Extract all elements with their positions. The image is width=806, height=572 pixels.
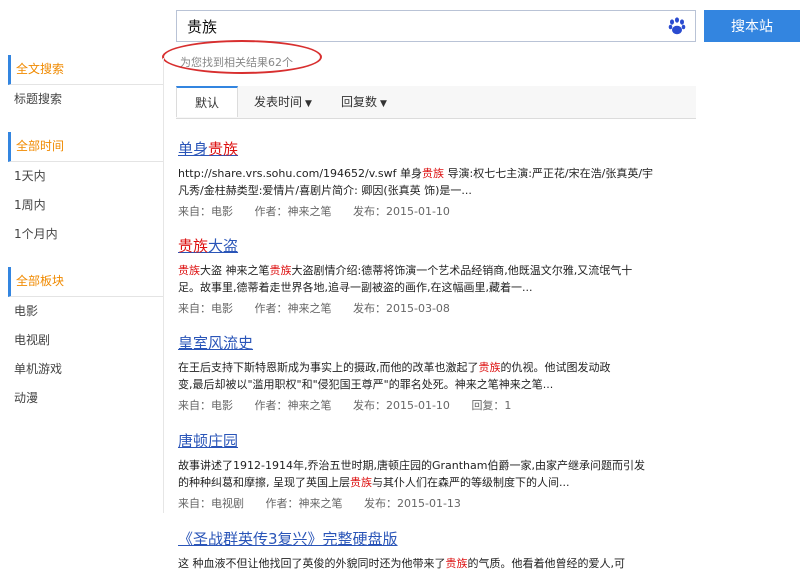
sidebar-item-fulltext[interactable]: 全文搜索	[8, 55, 163, 85]
arrow-down-icon: ▼	[305, 99, 312, 109]
title-highlight: 贵族	[178, 237, 209, 255]
title-text: 大盗	[208, 237, 239, 255]
keyword-highlight: 贵族	[445, 557, 468, 570]
sidebar: 全文搜索 标题搜索 全部时间 1天内 1周内 1个月内 全部板块 电影 电视剧 …	[8, 55, 163, 421]
title-text: 皇室风流史	[178, 334, 254, 352]
tab-default[interactable]: 默认	[176, 86, 238, 117]
sidebar-group-time: 全部时间 1天内 1周内 1个月内	[8, 132, 163, 249]
search-result: 贵族大盗 贵族大盗 神来之笔贵族大盗剧情介绍:德蒂将饰演一个艺术品经销商,他既温…	[178, 235, 698, 316]
sidebar-item-1-week[interactable]: 1周内	[8, 191, 163, 220]
search-result: 唐顿庄园 故事讲述了1912-1914年,乔治五世时期,唐顿庄园的Grantha…	[178, 430, 698, 511]
sidebar-item-1-month[interactable]: 1个月内	[8, 220, 163, 249]
search-box[interactable]	[176, 10, 696, 42]
result-meta: 来自：电影 作者：神来之笔 发布：2015-01-10	[178, 203, 698, 219]
result-date: 发布：2015-01-10	[353, 399, 450, 412]
title-text: 单身	[178, 140, 209, 158]
sidebar-item-all-time[interactable]: 全部时间	[8, 132, 163, 162]
keyword-highlight: 贵族	[178, 264, 200, 277]
keyword-highlight: 贵族	[269, 264, 292, 277]
abstract-line: 故事讲述了1912-1914年,乔治五世时期,唐顿庄园的Grantham伯爵一家…	[178, 459, 645, 472]
search-result: 《圣战群英传3复兴》完整硬盘版 这 种血液不但让他找回了英俊的外貌同时还为他带来…	[178, 528, 698, 572]
search-input[interactable]	[177, 11, 667, 41]
paw-icon[interactable]	[667, 16, 687, 36]
sidebar-item-1-day[interactable]: 1天内	[8, 162, 163, 191]
search-button[interactable]: 搜本站	[704, 10, 800, 42]
result-abstract: 这 种血液不但让他找回了英俊的外貌同时还为他带来了贵族的气质。他看着他曾经的爱人…	[178, 555, 698, 572]
result-replies: 回复：1	[471, 399, 512, 412]
arrow-down-icon: ▼	[380, 99, 387, 109]
sidebar-item-all-boards[interactable]: 全部板块	[8, 267, 163, 297]
result-author: 作者：神来之笔	[254, 302, 332, 315]
search-result: 皇室风流史 在王后支持下斯特恩斯成为事实上的摄政,而他的改革也激起了贵族的仇视。…	[178, 332, 698, 413]
result-title-link[interactable]: 单身贵族	[178, 138, 698, 159]
abstract-line: 的种种纠葛和摩擦, 呈现了英国上层贵族与其仆人们在森严的等级制度下的人间...	[178, 476, 570, 489]
result-title-link[interactable]: 皇室风流史	[178, 332, 698, 353]
abstract-line: 凡秀/金柱赫类型:爱情片/喜剧片简介: 卿因(张真英 饰)是一...	[178, 184, 472, 197]
tab-label: 回复数	[341, 95, 378, 109]
abstract-line: 变,最后却被以"滥用职权"和"侵犯国王尊严"的罪名处死。神来之笔神来之笔...	[178, 378, 554, 391]
tab-post-time[interactable]: 发表时间 ▼	[242, 86, 324, 118]
result-abstract: 贵族大盗 神来之笔贵族大盗剧情介绍:德蒂将饰演一个艺术品经销商,他既温文尔雅,又…	[178, 262, 698, 296]
sidebar-item-pc-game[interactable]: 单机游戏	[8, 355, 163, 384]
keyword-highlight: 贵族	[350, 476, 372, 489]
result-title-link[interactable]: 《圣战群英传3复兴》完整硬盘版	[178, 528, 698, 549]
result-meta: 来自：电影 作者：神来之笔 发布：2015-03-08	[178, 300, 698, 316]
tab-replies[interactable]: 回复数 ▼	[328, 86, 400, 118]
result-title-link[interactable]: 贵族大盗	[178, 235, 698, 256]
title-text: 《圣战群英传3复兴》完整硬盘版	[178, 530, 398, 548]
result-source: 来自：电影	[178, 205, 233, 218]
search-result: 单身贵族 http://share.vrs.sohu.com/194652/v.…	[178, 138, 698, 219]
tab-label: 默认	[194, 96, 219, 110]
result-count: 为您找到相关结果62个	[180, 56, 293, 69]
result-date: 发布：2015-01-13	[364, 497, 461, 510]
sidebar-group-board: 全部板块 电影 电视剧 单机游戏 动漫	[8, 267, 163, 413]
sidebar-divider	[8, 257, 163, 267]
abstract-line: 这 种血液不但让他找回了英俊的外貌同时还为他带来了贵族的气质。他看着他曾经的爱人…	[178, 557, 625, 570]
result-abstract: 在王后支持下斯特恩斯成为事实上的摄政,而他的改革也激起了贵族的仇视。他试图发动政…	[178, 359, 698, 393]
abstract-line: http://share.vrs.sohu.com/194652/v.swf 单…	[178, 167, 654, 180]
sidebar-separator	[163, 58, 164, 513]
result-author: 作者：神来之笔	[254, 205, 332, 218]
result-author: 作者：神来之笔	[254, 399, 332, 412]
keyword-highlight: 贵族	[478, 361, 501, 374]
abstract-line: 贵族大盗 神来之笔贵族大盗剧情介绍:德蒂将饰演一个艺术品经销商,他既温文尔雅,又…	[178, 264, 633, 277]
keyword-highlight: 贵族	[422, 167, 444, 180]
result-meta: 来自：电视剧 作者：神来之笔 发布：2015-01-13	[178, 495, 698, 511]
result-abstract: 故事讲述了1912-1914年,乔治五世时期,唐顿庄园的Grantham伯爵一家…	[178, 457, 698, 491]
result-author: 作者：神来之笔	[265, 497, 343, 510]
sidebar-divider	[8, 122, 163, 132]
title-text: 唐顿庄园	[178, 432, 239, 450]
result-source: 来自：电影	[178, 399, 233, 412]
sidebar-item-title[interactable]: 标题搜索	[8, 85, 163, 114]
sort-tabs: 默认 发表时间 ▼ 回复数 ▼	[176, 86, 696, 119]
sidebar-item-anime[interactable]: 动漫	[8, 384, 163, 413]
tab-label: 发表时间	[254, 95, 303, 109]
abstract-line: 在王后支持下斯特恩斯成为事实上的摄政,而他的改革也激起了贵族的仇视。他试图发动政	[178, 361, 611, 374]
sidebar-item-tv[interactable]: 电视剧	[8, 326, 163, 355]
result-date: 发布：2015-03-08	[353, 302, 450, 315]
result-meta: 来自：电影 作者：神来之笔 发布：2015-01-10 回复：1	[178, 397, 698, 413]
sidebar-item-movie[interactable]: 电影	[8, 297, 163, 326]
result-source: 来自：电影	[178, 302, 233, 315]
result-source: 来自：电视剧	[178, 497, 244, 510]
abstract-line: 足。故事里,德蒂着走世界各地,追寻一副被盗的画作,在这幅画里,藏着一...	[178, 281, 533, 294]
title-highlight: 贵族	[208, 140, 239, 158]
result-abstract: http://share.vrs.sohu.com/194652/v.swf 单…	[178, 165, 698, 199]
sidebar-group-search-scope: 全文搜索 标题搜索	[8, 55, 163, 114]
result-title-link[interactable]: 唐顿庄园	[178, 430, 698, 451]
result-date: 发布：2015-01-10	[353, 205, 450, 218]
